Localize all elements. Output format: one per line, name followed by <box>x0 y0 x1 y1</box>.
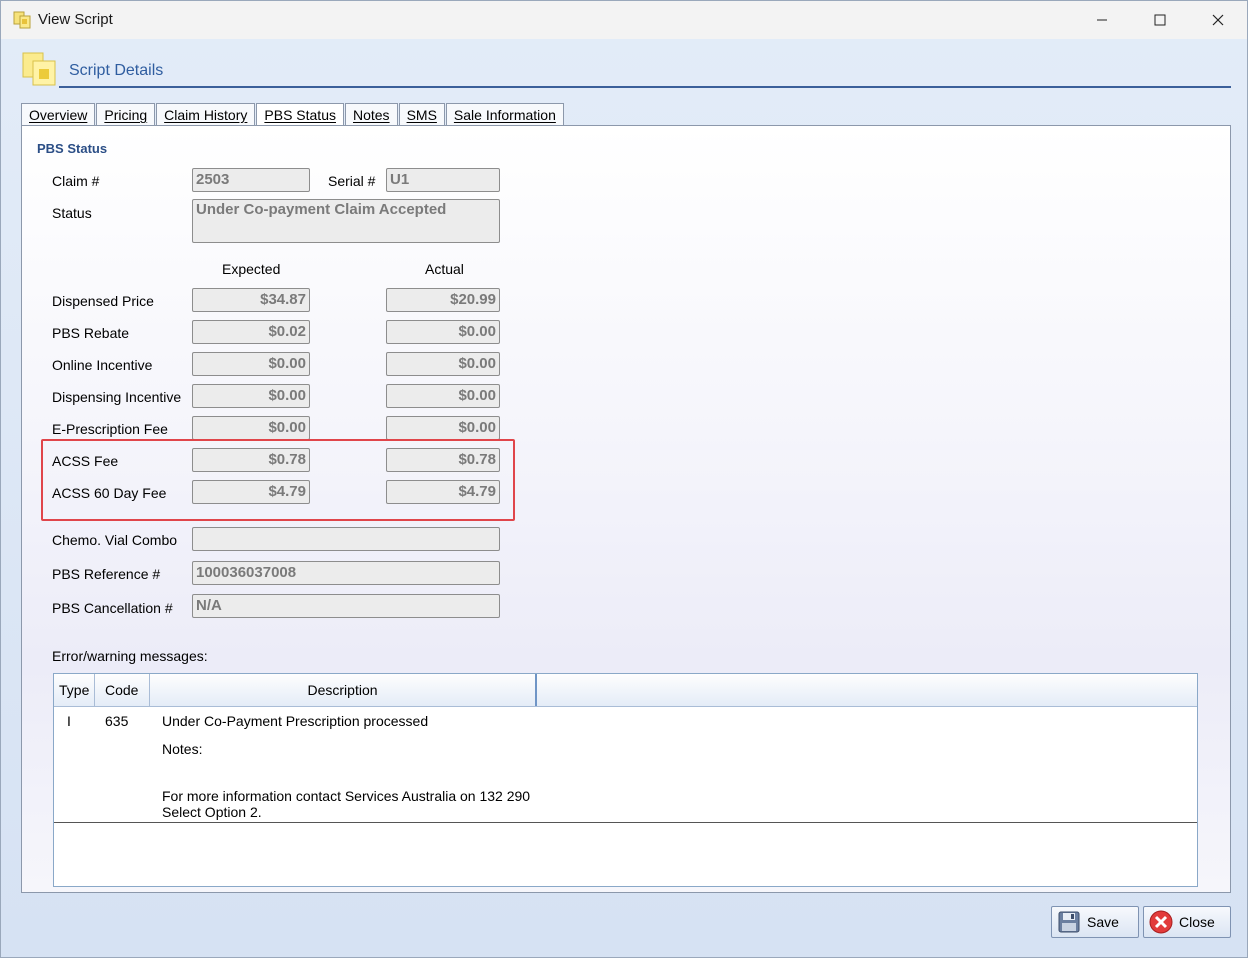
tab-pricing[interactable]: Pricing <box>96 103 156 126</box>
dispensed-price-expected[interactable]: $34.87 <box>192 288 310 312</box>
tab-claim-history[interactable]: Claim History <box>156 103 256 126</box>
dispensing-incentive-expected[interactable]: $0.00 <box>192 384 310 408</box>
row-divider <box>54 822 1197 823</box>
window-close-button[interactable] <box>1189 1 1247 39</box>
column-header-code[interactable]: Code <box>95 674 150 706</box>
dispensing-incentive-actual[interactable]: $0.00 <box>386 384 500 408</box>
pbs-cancellation-label: PBS Cancellation # <box>52 600 173 616</box>
window-title: View Script <box>38 11 113 28</box>
dispensing-incentive-label: Dispensing Incentive <box>52 389 182 405</box>
e-prescription-fee-expected[interactable]: $0.00 <box>192 416 310 440</box>
close-button-label: Close <box>1179 914 1215 930</box>
minimize-button[interactable] <box>1073 1 1131 39</box>
floppy-disk-icon <box>1057 910 1081 934</box>
claim-field[interactable]: 2503 <box>192 168 310 192</box>
save-button-label: Save <box>1087 914 1119 930</box>
status-field[interactable]: Under Co-payment Claim Accepted <box>192 199 500 243</box>
header-divider <box>59 86 1231 88</box>
column-header-type[interactable]: Type <box>54 674 95 706</box>
title-bar: View Script <box>1 1 1247 39</box>
chemo-vial-combo-label: Chemo. Vial Combo <box>52 532 178 548</box>
view-script-window: View Script Script Details Overview Pric… <box>0 0 1248 958</box>
pbs-rebate-actual[interactable]: $0.00 <box>386 320 500 344</box>
tab-notes[interactable]: Notes <box>344 103 398 126</box>
pbs-reference-field[interactable]: 100036037008 <box>192 561 500 585</box>
section-title: PBS Status <box>37 141 108 156</box>
pbs-cancellation-field[interactable]: N/A <box>192 594 500 618</box>
dispensed-price-actual[interactable]: $20.99 <box>386 288 500 312</box>
expected-header: Expected <box>222 261 281 277</box>
tab-sale-information[interactable]: Sale Information <box>445 103 564 126</box>
message-info-line-2: Select Option 2. <box>162 804 262 820</box>
app-icon <box>13 11 31 29</box>
pbs-reference-label: PBS Reference # <box>52 566 161 582</box>
online-incentive-label: Online Incentive <box>52 357 153 373</box>
tab-bar: Overview Pricing Claim History PBS Statu… <box>21 103 565 127</box>
column-header-description[interactable]: Description <box>150 674 537 706</box>
maximize-button[interactable] <box>1131 1 1189 39</box>
chemo-vial-combo-field[interactable] <box>192 527 500 551</box>
messages-grid[interactable]: Type Code Description I 635 Under Co-Pay… <box>53 673 1198 887</box>
tab-sms[interactable]: SMS <box>398 103 445 126</box>
pbs-rebate-label: PBS Rebate <box>52 325 130 341</box>
close-circle-icon <box>1149 910 1173 934</box>
message-info-line-1: For more information contact Services Au… <box>162 788 531 804</box>
page-title: Script Details <box>69 62 164 79</box>
serial-label: Serial # <box>328 173 376 189</box>
acss-highlight-box <box>41 439 515 521</box>
tab-pbs-status[interactable]: PBS Status <box>256 103 344 127</box>
close-button[interactable]: Close <box>1143 906 1231 938</box>
online-incentive-actual[interactable]: $0.00 <box>386 352 500 376</box>
pbs-rebate-expected[interactable]: $0.02 <box>192 320 310 344</box>
tab-overview[interactable]: Overview <box>21 103 96 126</box>
e-prescription-fee-actual[interactable]: $0.00 <box>386 416 500 440</box>
messages-label: Error/warning messages: <box>52 648 208 664</box>
dispensed-price-label: Dispensed Price <box>52 293 154 309</box>
serial-field[interactable]: U1 <box>386 168 500 192</box>
e-prescription-fee-label: E-Prescription Fee <box>52 421 168 437</box>
actual-header: Actual <box>425 261 464 277</box>
message-description: Under Co-Payment Prescription processed <box>162 713 429 729</box>
message-code: 635 <box>105 713 129 729</box>
grid-header: Type Code Description <box>54 674 1197 707</box>
script-details-icon <box>21 51 57 87</box>
claim-label: Claim # <box>52 173 100 189</box>
message-notes: Notes: <box>162 741 203 757</box>
message-type: I <box>67 713 71 729</box>
status-label: Status <box>52 205 92 221</box>
save-button[interactable]: Save <box>1051 906 1139 938</box>
online-incentive-expected[interactable]: $0.00 <box>192 352 310 376</box>
